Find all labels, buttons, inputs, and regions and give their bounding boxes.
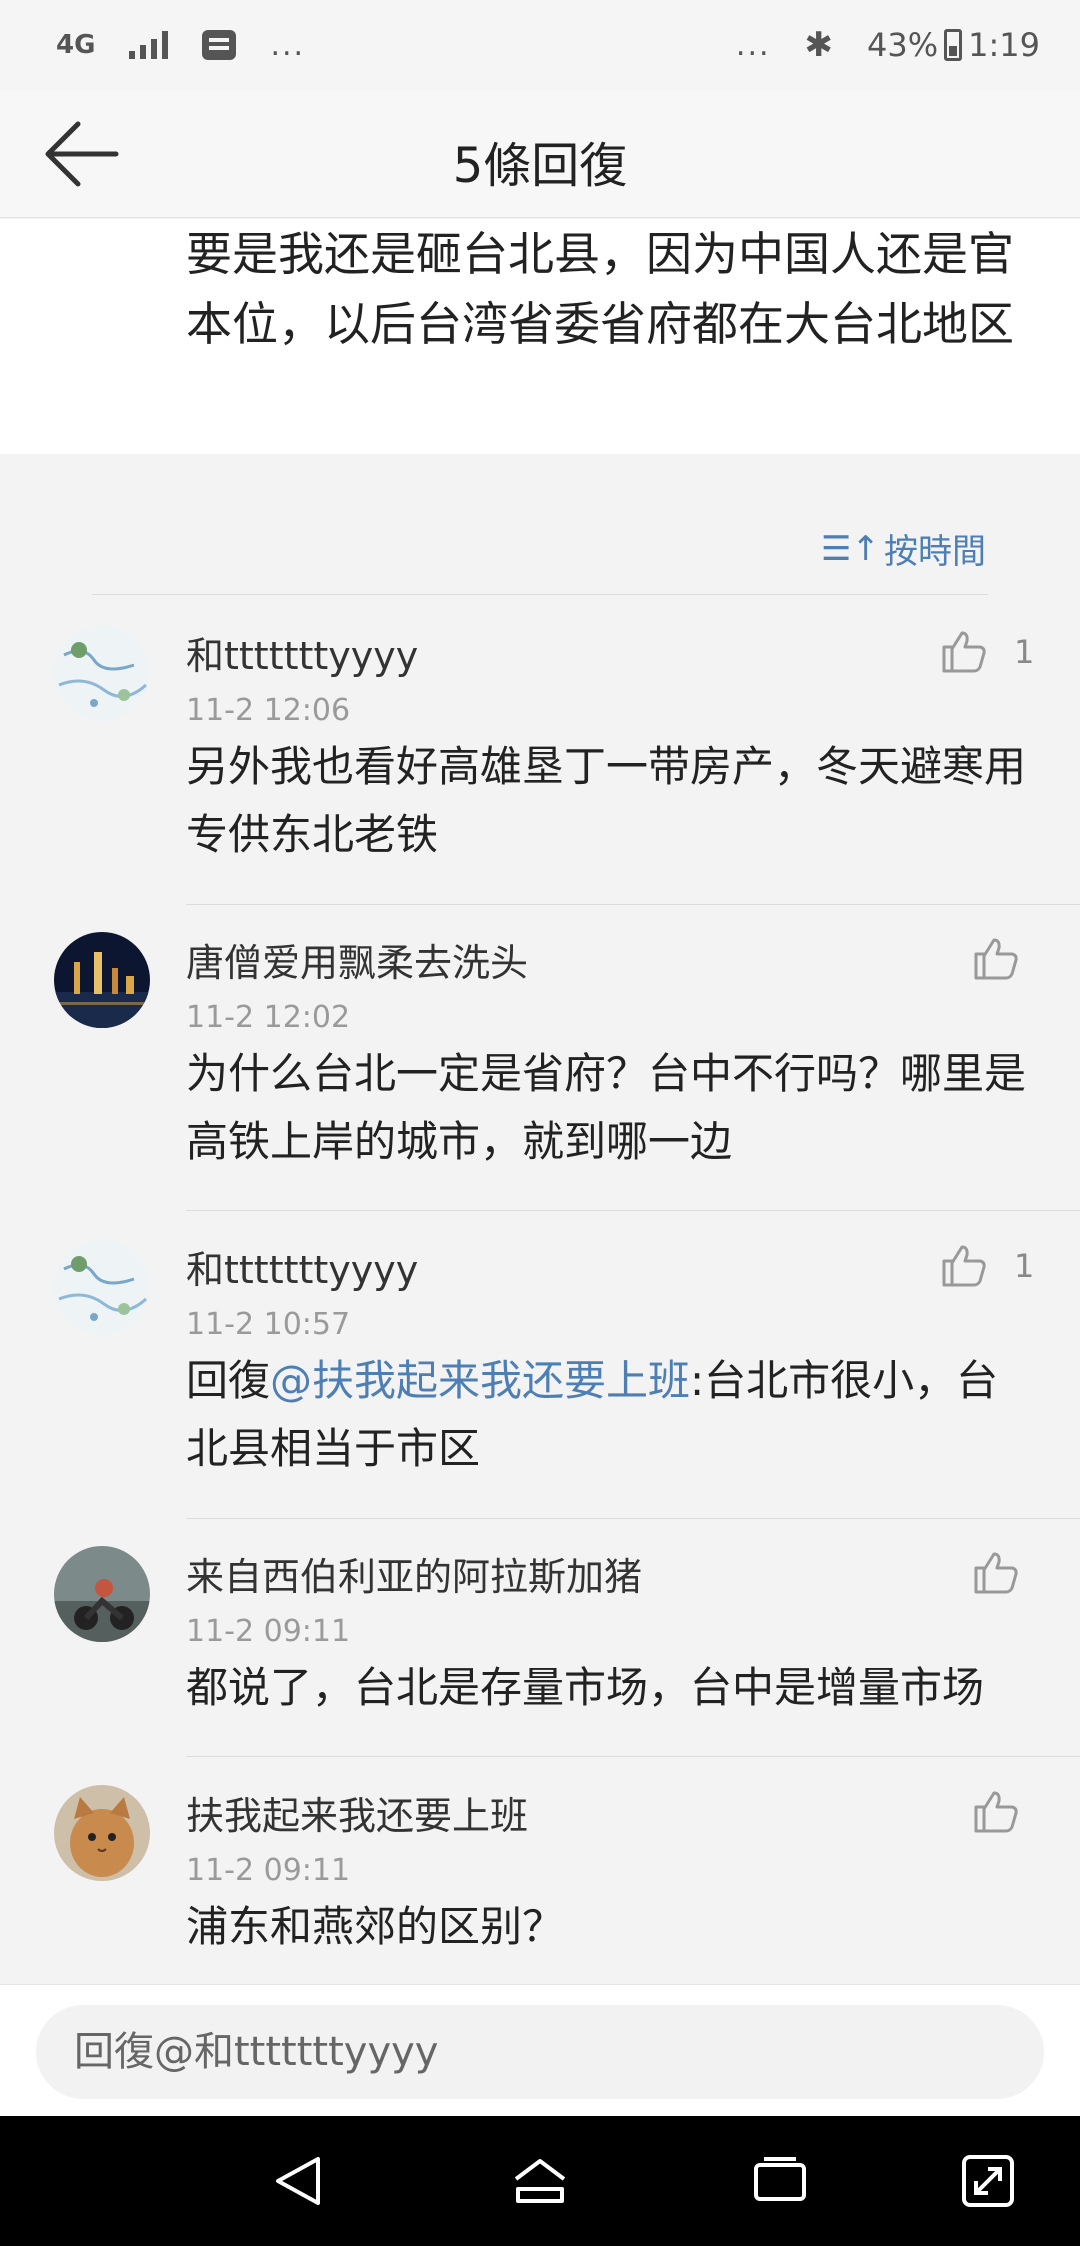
comment-item: 来自西伯利亚的阿拉斯加猪 11-2 09:11 都说了，台北是存量市场，台中是增…	[0, 1546, 1080, 1758]
thumbs-up-icon	[942, 631, 986, 673]
divider	[186, 1756, 1080, 1757]
comment-item: 和tttttttyyyy 11-2 12:06 另外我也看好高雄垦丁一带房产，冬…	[0, 625, 1080, 905]
avatar[interactable]	[54, 1239, 150, 1335]
comment-item: 唐僧爱用飘柔去洗头 11-2 12:02 为什么台北一定是省府？台中不行吗？哪里…	[0, 932, 1080, 1212]
thumbs-up-icon	[974, 938, 1018, 980]
comment-author[interactable]: 唐僧爱用飘柔去洗头	[186, 932, 528, 987]
nav-home-button[interactable]	[510, 2151, 570, 2211]
like-count: 1	[1014, 1247, 1035, 1285]
comment-text: 回復@扶我起来我还要上班:台北市很小，台北县相当于市区	[186, 1347, 1036, 1483]
clock: 1:19	[968, 26, 1040, 64]
nav-recents-button[interactable]	[750, 2151, 810, 2211]
thumbs-up-icon	[942, 1245, 986, 1287]
comment-time: 11-2 12:02	[186, 1000, 351, 1035]
like-button[interactable]	[972, 1548, 1020, 1596]
nav-recents-icon	[754, 2157, 806, 2201]
like-button[interactable]	[972, 934, 1020, 982]
reply-bar	[0, 1984, 1080, 2116]
nav-expand-button[interactable]	[958, 2151, 1018, 2211]
divider	[186, 904, 1080, 905]
like-button[interactable]	[940, 627, 988, 675]
nav-expand-icon	[962, 2155, 1014, 2207]
status-bar-left: 4G ...	[56, 28, 305, 63]
comment-time: 11-2 09:11	[186, 1614, 351, 1649]
comment-text: 为什么台北一定是省府？台中不行吗？哪里是高铁上岸的城市，就到哪一边	[186, 1049, 1027, 1166]
signal-icon	[129, 31, 169, 59]
page-title: 5條回復	[452, 138, 628, 194]
more-notifications-icon: ...	[270, 27, 306, 63]
avatar[interactable]	[54, 1546, 150, 1642]
comment-author[interactable]: 和tttttttyyyy	[186, 625, 418, 680]
message-notification-icon	[202, 30, 237, 60]
comment-time: 11-2 10:57	[186, 1307, 351, 1342]
post-text: 要是我还是砸台北县，因为中国人还是官本位，以后台湾省委省府都在大台北地区	[186, 227, 1014, 351]
divider	[92, 594, 988, 595]
thumbs-up-icon	[974, 1552, 1018, 1594]
mention-link[interactable]: @扶我起来我还要上班	[270, 1356, 690, 1405]
avatar[interactable]	[54, 932, 150, 1028]
avatar[interactable]	[54, 1785, 150, 1881]
comment-author[interactable]: 扶我起来我还要上班	[186, 1785, 528, 1840]
like-button[interactable]	[940, 1241, 988, 1289]
like-button[interactable]	[972, 1787, 1020, 1835]
comment-time: 11-2 09:11	[186, 1853, 351, 1888]
nav-back-icon	[276, 2157, 320, 2205]
nav-home-icon	[514, 2159, 566, 2203]
more-status-icon: ...	[735, 27, 771, 63]
battery-icon	[944, 29, 963, 61]
comment-author[interactable]: 来自西伯利亚的阿拉斯加猪	[186, 1546, 642, 1601]
like-count: 1	[1014, 633, 1035, 671]
comment-text: 都说了，台北是存量市场，台中是增量市场	[186, 1663, 985, 1712]
divider	[186, 1518, 1080, 1519]
reply-input[interactable]	[36, 2005, 1044, 2099]
comment-author[interactable]: 和tttttttyyyy	[186, 1239, 418, 1294]
bluetooth-icon: ✱	[804, 25, 834, 65]
avatar[interactable]	[54, 625, 150, 721]
network-type: 4G	[56, 30, 96, 60]
battery-status: 43% 1:19	[867, 26, 1040, 64]
header: 5條回復	[0, 90, 1080, 218]
comment-time: 11-2 12:06	[186, 693, 351, 728]
reply-prefix: 回復	[186, 1356, 271, 1405]
status-bar: 4G ... ... ✱ 43% 1:19	[0, 0, 1080, 90]
comment-list: ☰↑ 按時間 和tttttttyyyy 11-2 12:06 另外我也看好高雄垦…	[0, 484, 1080, 1984]
sort-by-time-button[interactable]: ☰↑ 按時間	[821, 524, 986, 573]
nav-back-button[interactable]	[270, 2151, 330, 2211]
sort-label: 按時間	[884, 532, 986, 572]
navigation-bar	[0, 2116, 1080, 2246]
sort-ascending-icon: ☰↑	[821, 528, 880, 569]
comment-text: 另外我也看好高雄垦丁一带房产，冬天避寒用专供东北老铁	[186, 742, 1027, 859]
comment-text: 浦东和燕郊的区别？	[186, 1902, 565, 1951]
status-bar-right: ... ✱ 43% 1:19	[736, 25, 1040, 65]
divider	[186, 1210, 1080, 1211]
sort-row: ☰↑ 按時間	[0, 484, 1080, 594]
original-post: 要是我还是砸台北县，因为中国人还是官本位，以后台湾省委省府都在大台北地区	[0, 219, 1080, 454]
thumbs-up-icon	[974, 1791, 1018, 1833]
comment-item: 和tttttttyyyy 11-2 10:57 回復@扶我起来我还要上班:台北市…	[0, 1239, 1080, 1519]
battery-percent: 43%	[867, 26, 939, 64]
comment-item: 扶我起来我还要上班 11-2 09:11 浦东和燕郊的区别？	[0, 1785, 1080, 1985]
